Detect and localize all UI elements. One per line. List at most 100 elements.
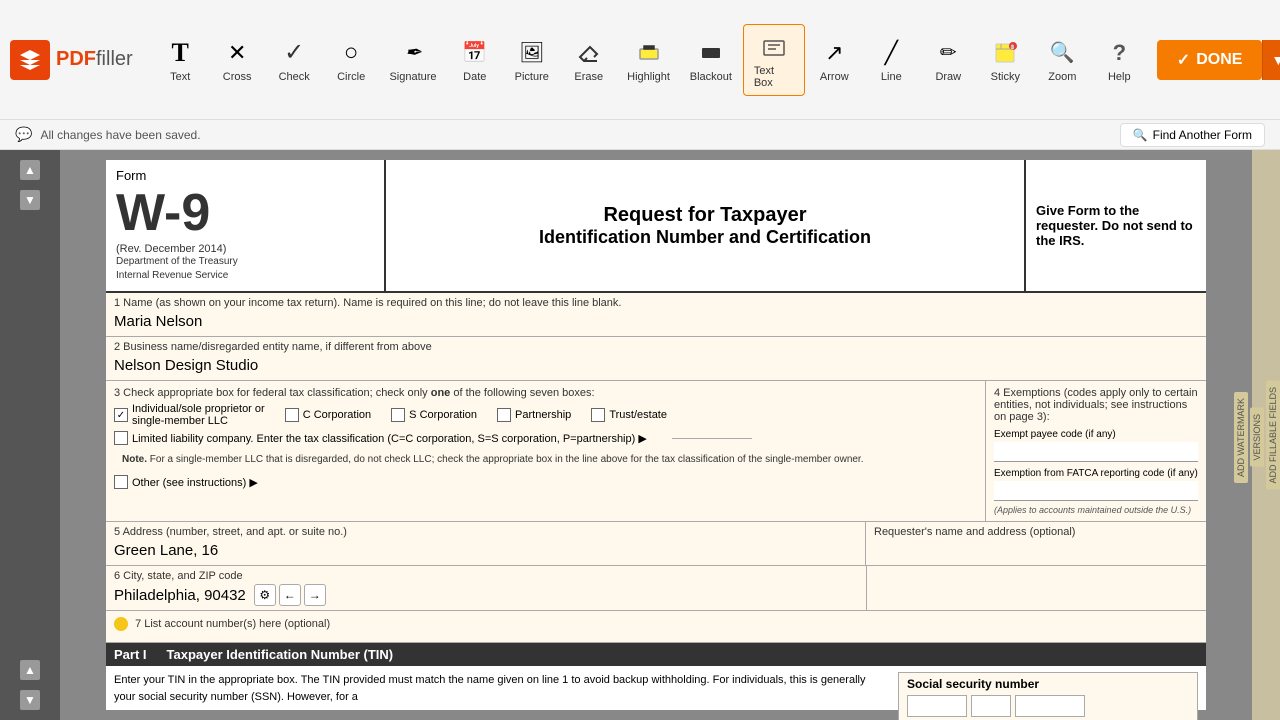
form-header: Form W-9 (Rev. December 2014) Department… <box>106 160 1206 293</box>
field6-value[interactable]: Philadelphia, 90432 <box>114 585 246 606</box>
done-button[interactable]: ✓ DONE <box>1157 40 1263 80</box>
field5-value[interactable]: Green Lane, 16 <box>114 540 857 561</box>
note-bold-label: Note. <box>122 454 147 465</box>
scroll-down2-button[interactable]: ▼ <box>20 690 40 710</box>
logo-area[interactable]: PDFfiller <box>10 40 133 80</box>
tool-erase[interactable]: Erase <box>561 31 616 89</box>
tool-line[interactable]: ╱ Line <box>864 31 919 89</box>
tool-signature[interactable]: ✒ Signature <box>381 31 446 89</box>
scroll-down-button[interactable]: ▼ <box>20 190 40 210</box>
scorp-checkbox[interactable] <box>391 408 405 422</box>
note-text: Note. For a single-member LLC that is di… <box>114 449 977 471</box>
document: Form W-9 (Rev. December 2014) Department… <box>106 160 1206 710</box>
form-right-note: Give Form to the requester. Do not send … <box>1026 160 1206 291</box>
tool-date[interactable]: 📅 Date <box>447 31 502 89</box>
other-row: Other (see instructions) ▶ <box>114 475 977 489</box>
individual-checkbox[interactable]: ✓ <box>114 408 128 422</box>
erase-tool-icon <box>577 37 601 69</box>
add-fillable-label[interactable]: ADD FILLABLE FIELDS <box>1266 381 1280 490</box>
requester-label: Requester's name and address (optional) <box>874 526 1198 538</box>
ssn-field-1[interactable] <box>907 695 967 717</box>
partnership-checkbox[interactable] <box>497 408 511 422</box>
city-left: 6 City, state, and ZIP code Philadelphia… <box>106 566 866 610</box>
ssn-field-2[interactable] <box>971 695 1011 717</box>
textbox-tool-icon <box>762 31 786 63</box>
tool-check[interactable]: ✓ Check <box>267 31 322 89</box>
draw-tool-icon: ✏ <box>940 37 957 69</box>
checkbox-scorp[interactable]: S Corporation <box>391 408 477 422</box>
erase-tool-label: Erase <box>574 71 603 83</box>
tool-textbox[interactable]: Text Box <box>743 24 805 96</box>
field2-row: 2 Business name/disregarded entity name,… <box>106 337 1206 381</box>
blackout-tool-label: Blackout <box>690 71 732 83</box>
help-tool-label: Help <box>1108 71 1131 83</box>
account-row: 7 List account number(s) here (optional) <box>106 611 1206 643</box>
tin-left: Enter your TIN in the appropriate box. T… <box>114 672 888 720</box>
section3-left: 3 Check appropriate box for federal tax … <box>106 381 986 521</box>
find-form-label: Find Another Form <box>1153 128 1252 142</box>
cross-tool-icon: ✕ <box>228 37 246 69</box>
checkbox-ccorp[interactable]: C Corporation <box>285 408 371 422</box>
tool-help[interactable]: ? Help <box>1092 31 1147 89</box>
versions-label[interactable]: VERSIONS <box>1250 408 1264 467</box>
checkbox-other[interactable]: Other (see instructions) ▶ <box>114 475 258 489</box>
cross-tool-label: Cross <box>223 71 252 83</box>
checkbox-row-1: ✓ Individual/sole proprietor orsingle-me… <box>114 403 977 427</box>
exempt-payee-input[interactable] <box>994 442 1198 462</box>
check-tool-icon: ✓ <box>284 37 304 69</box>
scroll-up-button[interactable]: ▲ <box>20 160 40 180</box>
form-number: W-9 <box>116 183 374 243</box>
toolbar: PDFfiller T Text ✕ Cross ✓ Check ○ Circl… <box>0 0 1280 120</box>
done-label: DONE <box>1196 51 1242 69</box>
prev-button[interactable]: ← <box>279 584 301 606</box>
tool-arrow[interactable]: ↗ Arrow <box>807 31 862 89</box>
tool-highlight[interactable]: Highlight <box>618 31 679 89</box>
scroll-up2-button[interactable]: ▲ <box>20 660 40 680</box>
ccorp-checkbox[interactable] <box>285 408 299 422</box>
tool-sticky[interactable]: 3 Sticky <box>978 31 1033 89</box>
settings-button[interactable]: ⚙ <box>254 584 276 606</box>
checkbox-partnership[interactable]: Partnership <box>497 408 571 422</box>
city-row: 6 City, state, and ZIP code Philadelphia… <box>106 566 1206 611</box>
trust-checkbox[interactable] <box>591 408 605 422</box>
trust-label: Trust/estate <box>609 409 667 421</box>
tool-blackout[interactable]: Blackout <box>681 31 741 89</box>
logo-text: PDF <box>56 48 96 71</box>
field2-value[interactable]: Nelson Design Studio <box>114 355 1198 376</box>
other-checkbox[interactable] <box>114 475 128 489</box>
form-title-center: Request for Taxpayer Identification Numb… <box>386 160 1026 291</box>
checkbox-individual[interactable]: ✓ Individual/sole proprietor orsingle-me… <box>114 403 265 427</box>
zoom-tool-label: Zoom <box>1048 71 1076 83</box>
city-controls: ⚙ ← → <box>254 584 326 606</box>
form-label: Form <box>116 168 374 183</box>
fatca-input[interactable] <box>994 481 1198 501</box>
checkbox-llc[interactable]: Limited liability company. Enter the tax… <box>114 431 647 445</box>
add-watermark-label[interactable]: ADD WATERMARK <box>1234 392 1248 483</box>
next-button[interactable]: → <box>304 584 326 606</box>
fatca-note: (Applies to accounts maintained outside … <box>994 505 1198 515</box>
field1-value[interactable]: Maria Nelson <box>114 311 1198 332</box>
tool-zoom[interactable]: 🔍 Zoom <box>1035 31 1090 89</box>
ssn-field-3[interactable] <box>1015 695 1085 717</box>
doc-area[interactable]: Form W-9 (Rev. December 2014) Department… <box>60 150 1252 720</box>
highlight-tool-label: Highlight <box>627 71 670 83</box>
llc-checkbox[interactable] <box>114 431 128 445</box>
tool-text[interactable]: T Text <box>153 31 208 89</box>
tool-picture[interactable]: 🖼 Picture <box>504 31 559 89</box>
tool-cross[interactable]: ✕ Cross <box>210 31 265 89</box>
signature-tool-icon: ✒ <box>405 37 422 69</box>
logo-icon <box>10 40 50 80</box>
tool-draw[interactable]: ✏ Draw <box>921 31 976 89</box>
check-tool-label: Check <box>279 71 310 83</box>
checkbox-trust[interactable]: Trust/estate <box>591 408 667 422</box>
form-title: W-9 <box>116 184 210 242</box>
done-dropdown-button[interactable]: ▼ <box>1262 40 1280 80</box>
picture-tool-label: Picture <box>515 71 549 83</box>
form-main-title: Request for Taxpayer <box>539 204 871 227</box>
find-another-form-button[interactable]: 🔍 Find Another Form <box>1120 123 1265 147</box>
textbox-tool-label: Text Box <box>754 65 794 89</box>
form-rev: (Rev. December 2014) <box>116 243 374 255</box>
form-title-left: Form W-9 (Rev. December 2014) Department… <box>106 160 386 291</box>
tool-circle[interactable]: ○ Circle <box>324 31 379 89</box>
blackout-tool-icon <box>699 37 723 69</box>
